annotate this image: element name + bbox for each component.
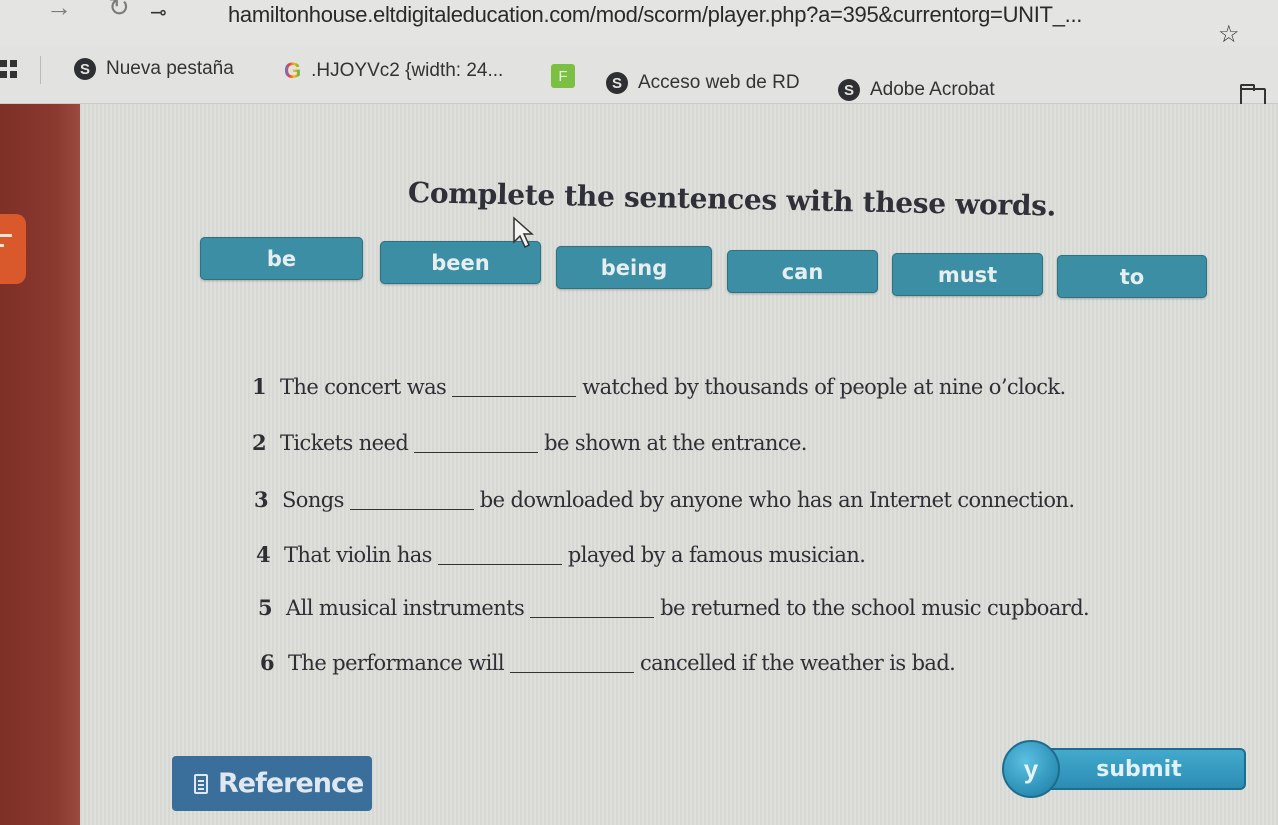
sentence-5: 5 All musical instruments be returned to…: [258, 595, 1090, 620]
answer-blank-6[interactable]: [509, 655, 634, 673]
url-field[interactable]: hamiltonhouse.eltdigitaleducation.com/mo…: [228, 2, 1082, 28]
sentence-6: 6 The performance will cancelled if the …: [260, 650, 956, 675]
answer-blank-4[interactable]: [437, 547, 562, 565]
sentence-text-after: played by a famous musician.: [567, 543, 866, 567]
bookmarks-divider: [40, 56, 41, 84]
sentence-text-after: be shown at the entrance.: [544, 431, 807, 455]
sentence-number: 4: [256, 542, 271, 567]
bookmark-acceso-web-rd[interactable]: S Acceso web de RD: [606, 72, 800, 94]
sentence-text-before: The concert was: [280, 375, 447, 399]
word-button-to[interactable]: to: [1057, 255, 1207, 298]
feedly-f-icon: F: [551, 64, 575, 88]
exercise-panel: Complete the sentences with these words.…: [80, 104, 1278, 825]
address-bar-row: → ↻ ⊸ hamiltonhouse.eltdigitaleducation.…: [0, 0, 1278, 49]
instructions-heading: Complete the sentences with these words.: [407, 176, 1057, 223]
reload-icon[interactable]: ↻: [108, 0, 130, 23]
bookmark-nueva-pestana[interactable]: S Nueva pestaña: [74, 58, 234, 80]
bookmark-adobe-acrobat[interactable]: S Adobe Acrobat: [838, 79, 995, 101]
globe-icon: S: [838, 79, 860, 101]
course-sidebar: [0, 104, 80, 825]
bookmark-label: .HJOYVc2 {width: 24...: [311, 60, 504, 81]
sentence-3: 3 Songs be downloaded by anyone who has …: [254, 487, 1075, 512]
bookmark-label: Adobe Acrobat: [870, 79, 995, 100]
sentence-number: 2: [252, 430, 267, 455]
sentence-text-after: watched by thousands of people at nine o…: [582, 375, 1066, 399]
apps-grid-icon[interactable]: [0, 60, 18, 78]
back-arrow-icon[interactable]: →: [46, 0, 72, 23]
sentence-text-before: All musical instruments: [286, 596, 525, 620]
sentence-text-before: Songs: [282, 488, 344, 512]
submit-label: submit: [1032, 748, 1246, 790]
google-g-icon: G: [284, 58, 302, 83]
answer-blank-2[interactable]: [414, 435, 539, 453]
word-button-must[interactable]: must: [892, 253, 1043, 296]
sentence-text-before: Tickets need: [280, 431, 409, 455]
bookmark-label: Nueva pestaña: [106, 58, 234, 79]
sentence-number: 3: [254, 487, 269, 512]
word-button-can[interactable]: can: [727, 250, 878, 293]
sentence-number: 6: [260, 650, 275, 675]
sentence-text-before: That violin has: [284, 543, 432, 567]
sentence-text-after: be returned to the school music cupboard…: [660, 596, 1090, 620]
bookmark-hjoyvc2[interactable]: G .HJOYVc2 {width: 24...: [284, 58, 503, 84]
sidebar-menu-tab[interactable]: [0, 214, 26, 284]
answer-blank-5[interactable]: [530, 600, 655, 618]
word-button-be[interactable]: be: [200, 237, 363, 280]
word-button-being[interactable]: being: [556, 246, 712, 289]
sentence-2: 2 Tickets need be shown at the entrance.: [252, 430, 807, 455]
sentence-number: 1: [252, 374, 267, 399]
star-icon[interactable]: ☆: [1218, 20, 1240, 49]
sentence-text-after: be downloaded by anyone who has an Inter…: [479, 488, 1075, 512]
sentence-4: 4 That violin has played by a famous mus…: [256, 542, 866, 567]
mouse-pointer-icon: [513, 216, 534, 249]
site-settings-icon[interactable]: ⊸: [150, 0, 167, 25]
bookmark-feedly[interactable]: F: [551, 64, 575, 88]
answer-blank-3[interactable]: [349, 492, 474, 510]
globe-icon: S: [606, 72, 628, 94]
submit-button[interactable]: submit y: [998, 740, 1248, 802]
sentence-text-after: cancelled if the weather is bad.: [639, 651, 956, 675]
answer-blank-1[interactable]: [452, 379, 577, 397]
sentence-text-before: The performance will: [288, 651, 505, 675]
submit-badge-icon: y: [1002, 740, 1060, 798]
globe-icon: S: [74, 58, 96, 80]
reference-button[interactable]: Reference: [172, 756, 372, 811]
reference-label: Reference: [218, 768, 364, 799]
sentence-number: 5: [258, 595, 273, 620]
sentence-1: 1 The concert was watched by thousands o…: [252, 374, 1066, 399]
bookmark-label: Acceso web de RD: [638, 72, 800, 93]
bookmarks-bar: S Nueva pestaña G .HJOYVc2 {width: 24...…: [0, 46, 1278, 107]
document-icon: [194, 773, 208, 794]
